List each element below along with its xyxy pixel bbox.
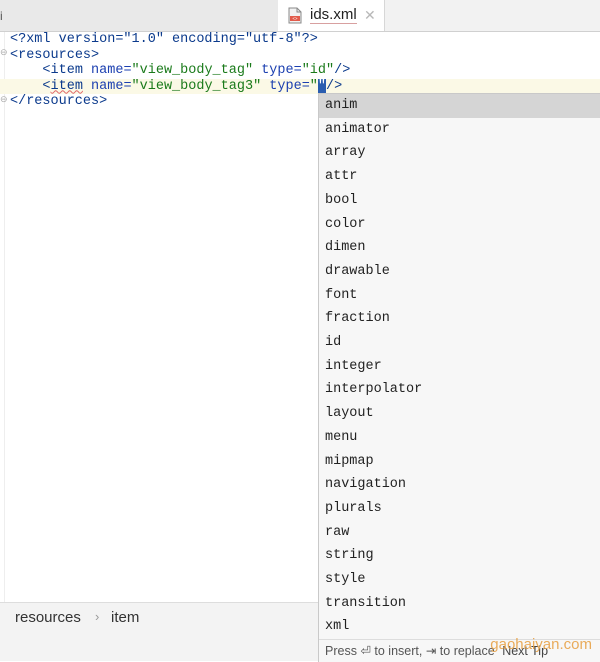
completion-item[interactable]: integer [319,355,600,379]
breadcrumb-item-resources[interactable]: resources [15,609,81,626]
tab-bar-left-area: i [0,0,278,31]
left-tab-fragment[interactable]: i [0,9,3,23]
breadcrumb-separator-icon: › [95,609,100,624]
fold-marker-icon[interactable]: ⊖ [0,48,8,57]
completion-item[interactable]: font [319,284,600,308]
bottom-panel-area [0,632,318,661]
completion-item[interactable]: raw [319,521,600,545]
gutter-divider [4,32,5,602]
completion-item[interactable]: style [319,568,600,592]
code-line-xml-declaration: <?xml version="1.0" encoding="utf-8"?> [10,32,318,47]
footer-replace-text: to replace [439,644,495,658]
breadcrumb: resources › item [0,602,318,633]
completion-item[interactable]: fraction [319,307,600,331]
text-caret-selection: " [317,78,327,94]
unresolved-tag: item [50,78,83,94]
completion-item[interactable]: dimen [319,236,600,260]
tab-label: ids.xml [310,6,357,24]
fold-marker-icon[interactable]: ⊖ [0,95,8,104]
svg-text:<>: <> [293,16,298,21]
breadcrumb-item-item[interactable]: item [111,609,139,626]
completion-item[interactable]: mipmap [319,450,600,474]
watermark: gaohaiyan.com [490,636,592,653]
completion-item[interactable]: drawable [319,260,600,284]
xml-file-icon: <> [288,7,302,24]
footer-press-text: Press [325,644,357,658]
completion-item[interactable]: anim [319,94,600,118]
tab-key-icon: ⇥ [425,644,437,658]
completion-item[interactable]: transition [319,592,600,616]
completion-item[interactable]: attr [319,165,600,189]
completion-item[interactable]: menu [319,426,600,450]
code-line-item-1: <item name="view_body_tag" type="id"/> [42,63,351,78]
completion-item[interactable]: id [319,331,600,355]
code-line-item-2-current: <item name="view_body_tag3" type=""/> [0,78,600,94]
completion-item[interactable]: array [319,141,600,165]
enter-key-icon: ⏎ [360,644,371,658]
completion-item[interactable]: animator [319,118,600,142]
completion-item[interactable]: string [319,544,600,568]
close-icon[interactable]: ✕ [364,7,376,24]
completion-item[interactable]: layout [319,402,600,426]
completion-item[interactable]: color [319,213,600,237]
completion-popup[interactable]: anim animator array attr bool color dimen drawa… [318,93,600,662]
code-line-resources-open: <resources> [10,47,100,63]
editor-tab-bar: i <> ids.xml ✕ [0,0,600,32]
tab-ids-xml[interactable]: <> ids.xml ✕ [278,0,385,31]
completion-item[interactable]: interpolator [319,378,600,402]
completion-item[interactable]: navigation [319,473,600,497]
completion-item[interactable]: bool [319,189,600,213]
footer-insert-text: to insert, [374,644,423,658]
completion-item[interactable]: plurals [319,497,600,521]
